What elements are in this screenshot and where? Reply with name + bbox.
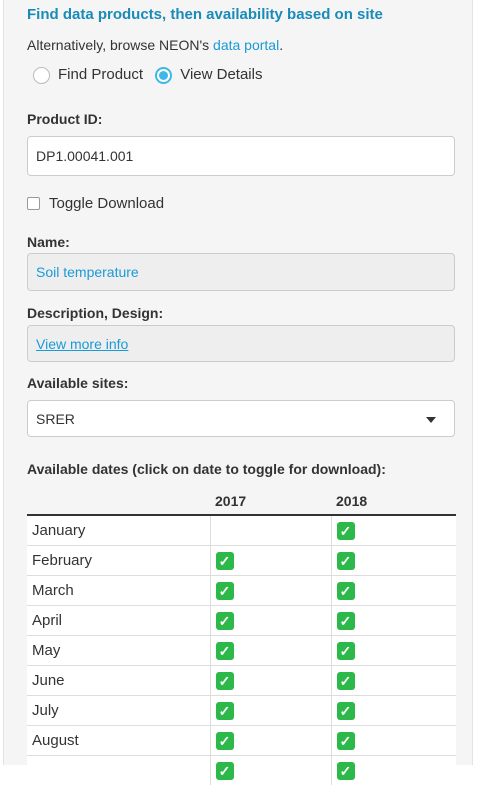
description-label: Description, Design: [27,305,163,321]
date-cell-2018[interactable]: ✓ [331,606,456,636]
available-sites-label: Available sites: [27,375,128,391]
date-cell-2017[interactable]: ✓ [210,756,331,785]
checkmark-icon[interactable]: ✓ [337,642,355,660]
date-cell-2018[interactable]: ✓ [331,666,456,696]
mode-radio-group: Find Product View Details [33,66,270,84]
checkmark-icon[interactable]: ✓ [337,582,355,600]
alt-prefix: Alternatively, browse NEON's [27,37,213,53]
month-cell [27,756,210,785]
date-cell-2018[interactable]: ✓ [331,636,456,666]
date-cell-2018[interactable]: ✓ [331,546,456,576]
panel-heading: Find data products, then availability ba… [27,6,383,23]
checkmark-icon[interactable]: ✓ [216,582,234,600]
checkmark-icon[interactable]: ✓ [216,732,234,750]
date-cell-2017[interactable]: ✓ [210,546,331,576]
date-cell-2018[interactable]: ✓ [331,726,456,756]
checkmark-icon[interactable]: ✓ [216,612,234,630]
checkmark-icon[interactable]: ✓ [337,522,355,540]
name-value: Soil temperature [36,264,139,280]
table-row: June ✓ ✓ [27,666,456,696]
checkmark-icon[interactable]: ✓ [337,672,355,690]
checkmark-icon[interactable]: ✓ [216,762,234,780]
checkmark-icon[interactable]: ✓ [216,642,234,660]
radio-find-product-label[interactable]: Find Product [58,66,143,83]
view-more-info-link[interactable]: View more info [36,336,128,352]
month-cell: May [27,636,210,666]
alternative-text: Alternatively, browse NEON's data portal… [27,37,283,53]
radio-view-details-circle[interactable] [155,67,172,84]
name-field: Soil temperature [27,253,455,291]
checkmark-icon[interactable]: ✓ [216,672,234,690]
product-id-label: Product ID: [27,111,102,127]
date-cell-2018[interactable]: ✓ [331,696,456,726]
dates-table-body: January✓February✓✓March✓✓April✓✓May✓✓Jun… [27,515,456,785]
column-header-2017: 2017 [210,488,331,515]
checkmark-icon[interactable]: ✓ [216,702,234,720]
table-row: ✓✓ [27,756,456,785]
table-row: April ✓ ✓ [27,606,456,636]
date-cell-2018[interactable]: ✓ [331,515,456,546]
table-row: February ✓ ✓ [27,546,456,576]
site-select[interactable]: SRER [27,400,455,437]
checkmark-icon[interactable]: ✓ [337,552,355,570]
dates-table: 2017 2018 January✓February✓✓March✓✓April… [27,488,456,785]
column-header-2018: 2018 [331,488,456,515]
checkmark-icon[interactable]: ✓ [337,762,355,780]
sidebar-panel: Find data products, then availability ba… [3,0,473,765]
date-cell-2018[interactable]: ✓ [331,576,456,606]
date-cell-2017[interactable]: ✓ [210,606,331,636]
radio-view-details-label[interactable]: View Details [180,66,262,83]
table-row: March ✓ ✓ [27,576,456,606]
available-dates-label: Available dates (click on date to toggle… [27,461,386,477]
chevron-down-icon[interactable] [426,417,436,423]
month-cell: July [27,696,210,726]
month-cell: March [27,576,210,606]
checkmark-icon[interactable]: ✓ [337,612,355,630]
radio-find-product[interactable]: Find Product [33,66,143,84]
site-select-value: SRER [36,411,75,427]
date-cell-2017[interactable]: ✓ [210,726,331,756]
data-portal-link[interactable]: data portal [213,37,279,53]
month-cell: June [27,666,210,696]
dates-header-row: 2017 2018 [27,488,456,515]
date-cell-2017[interactable]: ✓ [210,576,331,606]
table-row: January ✓ [27,515,456,546]
radio-find-product-circle[interactable] [33,67,50,84]
toggle-download-row[interactable]: Toggle Download [27,195,164,212]
radio-view-details[interactable]: View Details [155,66,262,84]
table-row: July ✓ ✓ [27,696,456,726]
checkmark-icon[interactable]: ✓ [337,702,355,720]
table-row: August ✓ ✓ [27,726,456,756]
month-column-header [27,488,210,515]
checkmark-icon[interactable]: ✓ [337,732,355,750]
name-label: Name: [27,234,70,250]
month-cell: April [27,606,210,636]
toggle-download-label[interactable]: Toggle Download [49,195,164,212]
toggle-download-checkbox[interactable] [27,197,40,210]
month-cell: August [27,726,210,756]
month-cell: January [27,515,210,546]
date-cell-2017[interactable]: ✓ [210,666,331,696]
date-cell-2017[interactable]: ✓ [210,636,331,666]
month-cell: February [27,546,210,576]
product-id-input[interactable]: DP1.00041.001 [27,136,455,176]
table-row: May ✓ ✓ [27,636,456,666]
alt-suffix: . [279,37,283,53]
date-cell-2018[interactable]: ✓ [331,756,456,785]
date-cell-2017[interactable]: ✓ [210,696,331,726]
product-id-value: DP1.00041.001 [36,148,133,164]
date-cell-2017[interactable] [210,515,331,546]
description-field: View more info [27,325,455,362]
checkmark-icon[interactable]: ✓ [216,552,234,570]
